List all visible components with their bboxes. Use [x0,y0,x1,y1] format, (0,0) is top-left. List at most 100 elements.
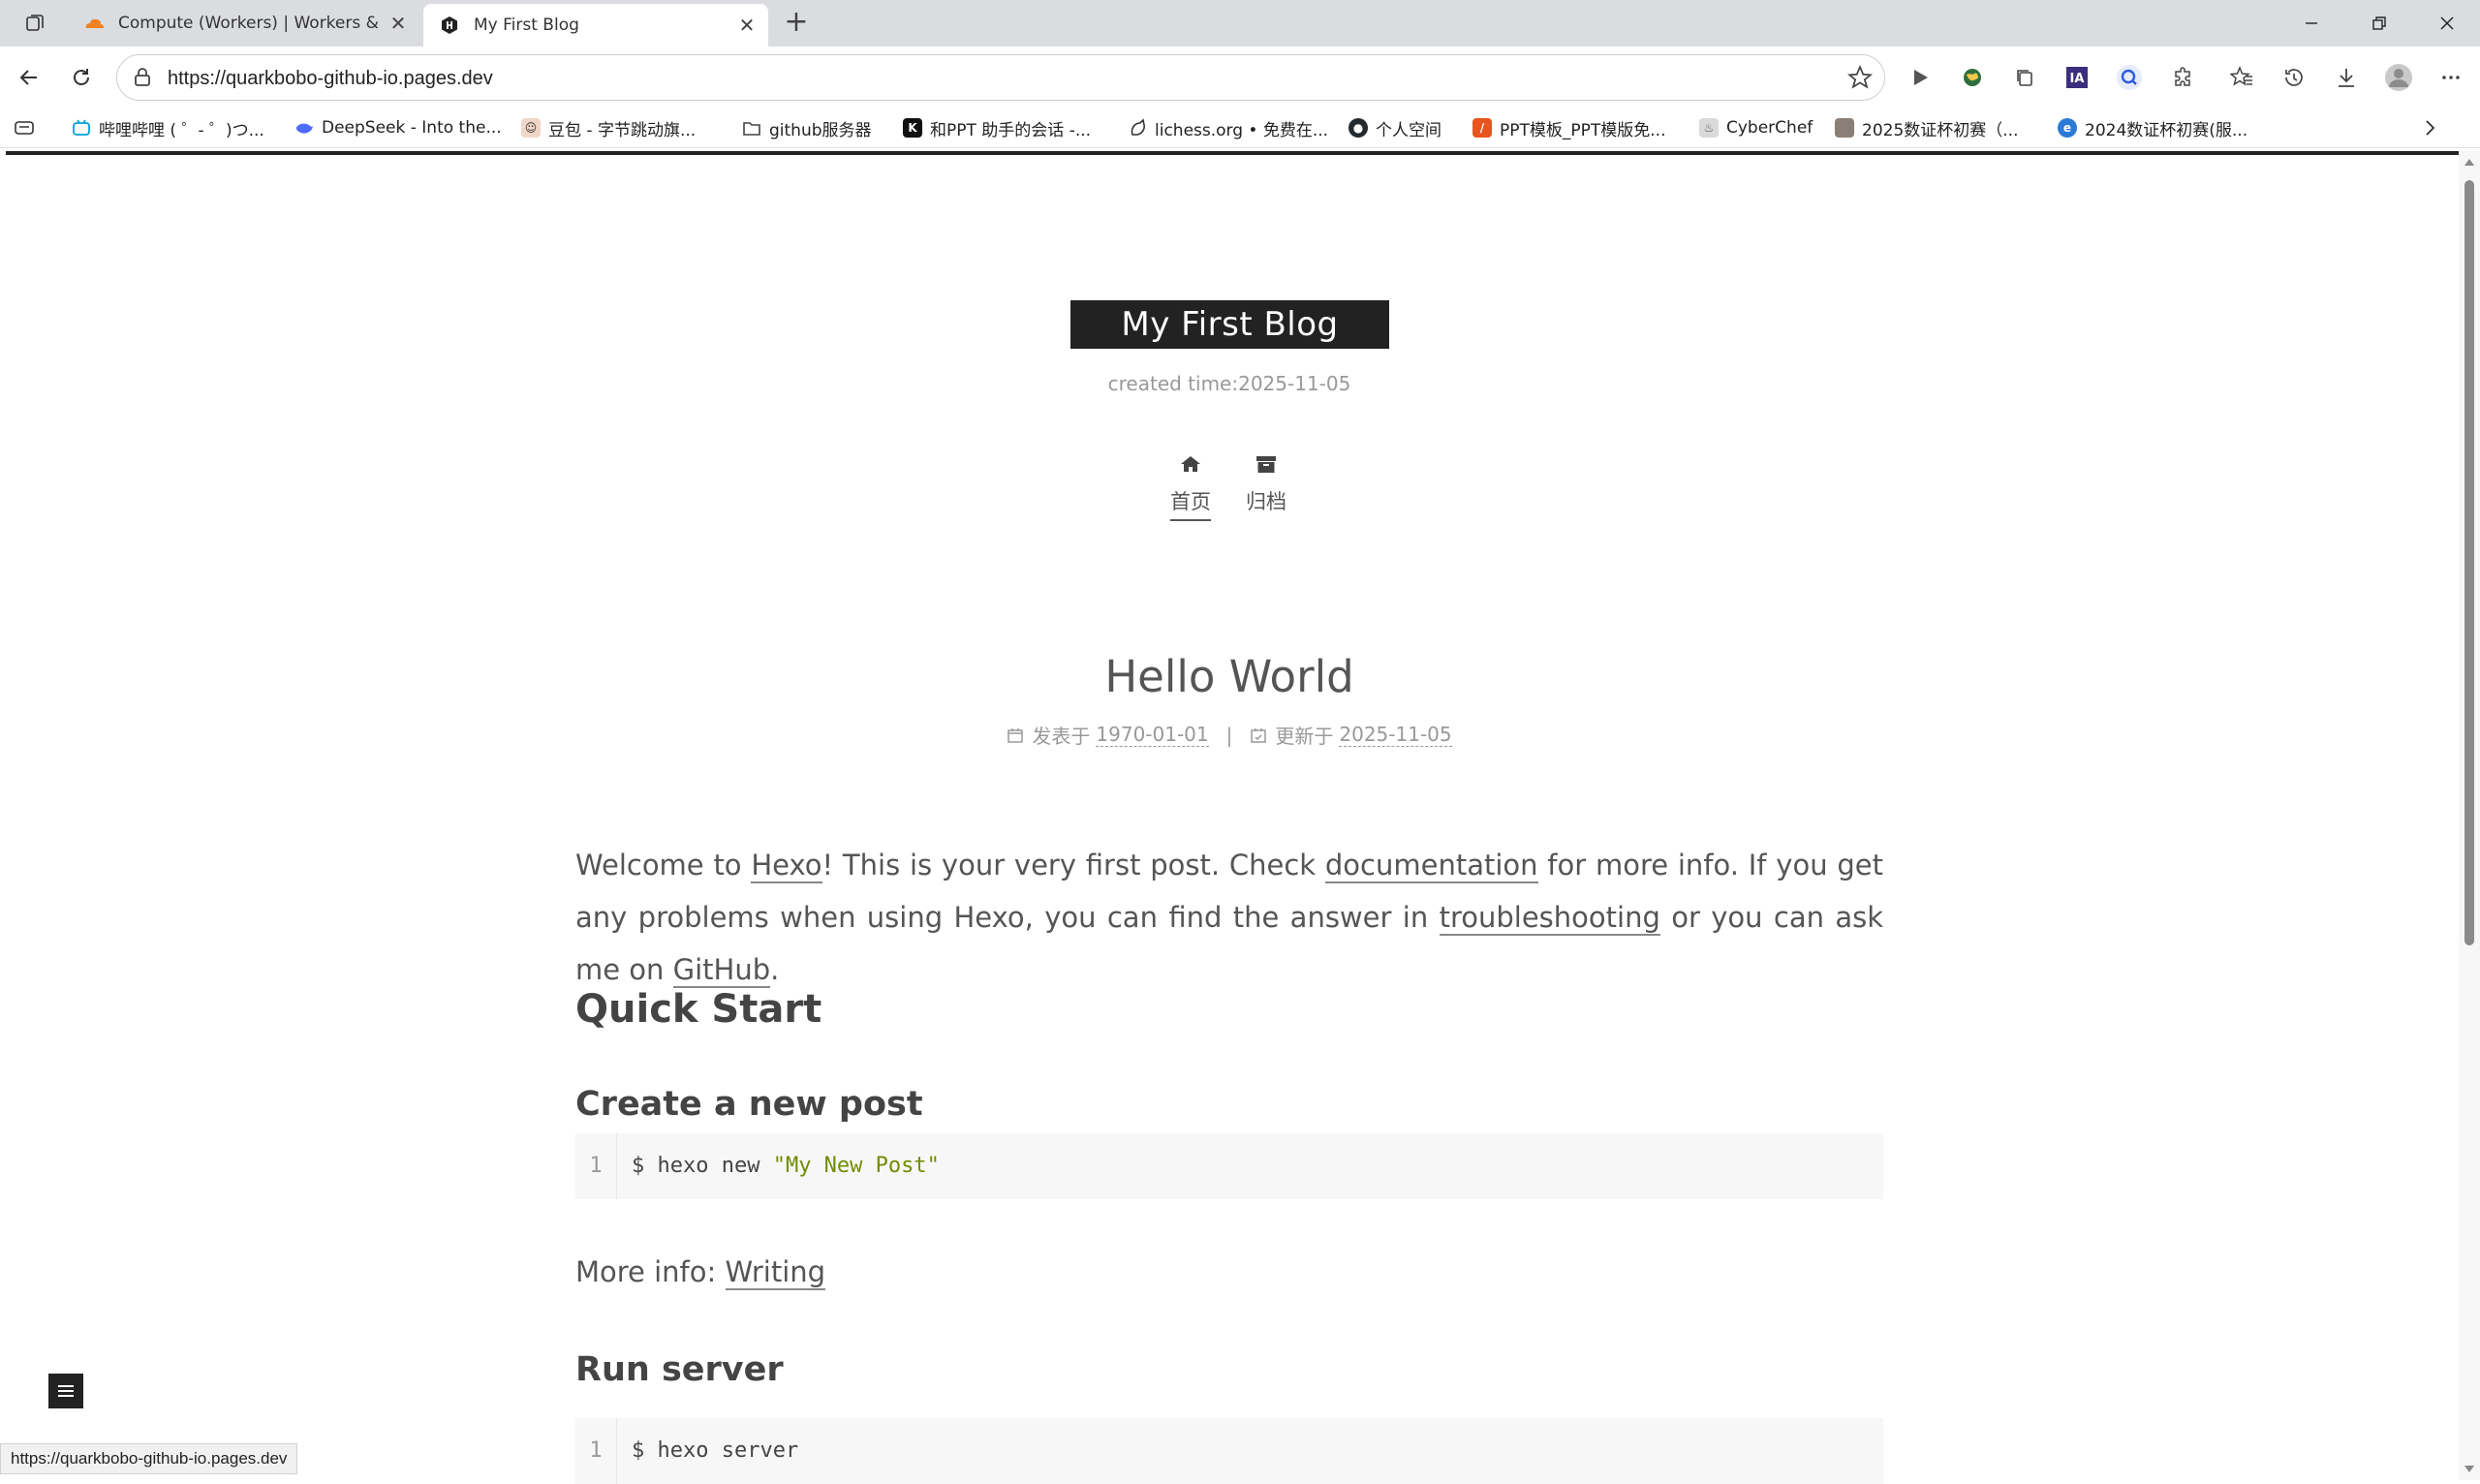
menu-item-home[interactable]: 首页 [1170,451,1211,521]
arrow-left-icon [19,70,37,85]
bookmark-folder-github[interactable]: github服务器 [742,114,872,141]
post-meta: 发表于 1970-01-01 | 更新于 2025-11-05 [0,721,2459,749]
profile-button[interactable] [2381,60,2416,95]
close-icon [2440,16,2454,30]
troubleshooting-link[interactable]: troubleshooting [1439,901,1660,936]
menu-label: 归档 [1246,490,1286,513]
sidebar-toggle-button[interactable] [48,1374,83,1408]
heading-run-server: Run server [575,1350,784,1389]
menu-item-archives[interactable]: 归档 [1246,451,1286,519]
cyberchef-icon: ♨ [1699,118,1719,138]
copy-icon [2017,70,2032,86]
hexo-icon [439,15,460,36]
workspaces-icon [26,15,44,31]
bookmark-bilibili[interactable]: 哔哩哔哩 ( ゜- ゜)つ... [72,114,264,141]
site-title[interactable]: My First Blog [1070,300,1389,349]
extension-ia-button[interactable]: IA [2060,60,2094,95]
scrollbar-thumb[interactable] [2464,180,2474,945]
browser-toolbar: IA [0,46,2480,108]
ia-icon: IA [2066,67,2088,88]
bookmark-label: DeepSeek - Into the... [322,118,502,138]
ppt-icon: / [1472,118,1492,138]
extension-play-button[interactable] [1903,60,1938,95]
close-tab-icon[interactable]: ✕ [733,12,760,39]
more-menu-button[interactable] [2434,60,2468,95]
tab-actions-button[interactable] [14,9,56,38]
bookmark-deepseek[interactable]: DeepSeek - Into the... [294,114,502,141]
page-viewport [6,151,2459,1480]
tab-compute-workers[interactable]: Compute (Workers) | Workers & P ✕ [68,4,419,43]
meta-separator: | [1225,723,1233,747]
favorite-star-icon[interactable] [1847,65,1873,90]
documentation-link[interactable]: documentation [1324,849,1538,883]
line-number: 1 [575,1418,617,1484]
bookmark-2024-contest[interactable]: e 2024数证杯初赛(服... [2058,114,2248,141]
menu-label: 首页 [1170,486,1211,521]
scroll-down-arrow[interactable] [2464,1466,2474,1472]
bookmark-cyberchef[interactable]: ♨ CyberChef [1699,114,1813,141]
bookmark-label: 和PPT 助手的会话 -... [930,120,1092,140]
posted-date: 1970-01-01 [1096,723,1209,747]
search-extension-icon [2117,65,2142,90]
calendar-icon [1007,727,1024,744]
site-info-icon[interactable] [131,66,154,89]
lichess-icon [1128,118,1147,138]
reading-mode-button[interactable] [14,114,35,141]
downloads-button[interactable] [2329,60,2364,95]
bookmark-ppt[interactable]: / PPT模板_PPT模版免... [1472,114,1666,141]
tab-my-first-blog[interactable]: My First Blog ✕ [423,4,768,46]
bookmark-lichess[interactable]: lichess.org • 免费在... [1128,114,1328,141]
scroll-up-arrow[interactable] [2464,159,2474,166]
avatar-icon [1835,118,1854,138]
folder-icon [742,118,761,138]
back-button[interactable] [12,60,46,95]
extension-search-button[interactable] [2112,60,2147,95]
bookmark-personal-space[interactable]: ● 个人空间 [1348,114,1442,141]
bookmark-2025-contest[interactable]: 2025数证杯初赛（... [1835,114,2018,141]
page-scrollbar[interactable] [2459,151,2480,1480]
globe-extension-icon [1964,69,1981,86]
more-bookmarks-button[interactable] [2422,114,2437,141]
code-block: 1 $ hexo new "My New Post" [575,1133,1883,1199]
close-tab-icon[interactable]: ✕ [385,10,412,37]
intro-paragraph: Welcome to Hexo! This is your very first… [575,849,1884,988]
bookmark-label: 个人空间 [1376,120,1442,140]
history-button[interactable] [2277,60,2311,95]
download-icon [2339,69,2354,87]
calendar-check-icon [1250,727,1267,744]
svg-text:IA: IA [2070,72,2085,86]
writing-link[interactable]: Writing [725,1255,826,1290]
updated-label: 更新于 [1275,725,1334,748]
line-number: 1 [575,1133,617,1199]
updated-date: 2025-11-05 [1339,723,1452,747]
favorites-icon [2230,66,2252,86]
new-tab-button[interactable]: + [779,8,814,39]
status-url: https://quarkbobo-github-io.pages.dev [0,1443,298,1474]
history-icon [2285,69,2303,86]
close-window-button[interactable] [2415,0,2479,46]
edge-icon: e [2058,118,2077,138]
extension-globe-button[interactable] [1955,60,1990,95]
extension-copy-button[interactable] [2007,60,2042,95]
address-bar[interactable] [116,54,1885,102]
restore-button[interactable] [2347,0,2411,46]
reload-button[interactable] [64,60,99,95]
menu-icon [58,1385,74,1397]
bookmark-doubao[interactable]: ☺ 豆包 - 字节跳动旗... [521,114,696,141]
post-title[interactable]: Hello World [0,651,2459,702]
favorites-button[interactable] [2224,60,2259,95]
github-link[interactable]: GitHub [672,953,771,988]
ellipsis-icon [2442,76,2460,79]
minimize-button[interactable] [2279,0,2343,46]
bookmark-kimi[interactable]: K 和PPT 助手的会话 -... [903,114,1091,141]
hexo-link[interactable]: Hexo [751,849,822,883]
tab-title: Compute (Workers) | Workers & P [118,14,385,33]
url-input[interactable] [166,55,1816,102]
heading-quick-start: Quick Start [575,987,822,1032]
deepseek-icon [294,118,314,138]
more-info: More info: Writing [575,1255,826,1290]
cloudflare-icon [83,13,105,34]
extensions-button[interactable] [2166,60,2201,95]
reading-list-icon [15,121,34,135]
github-icon: ● [1348,118,1368,138]
